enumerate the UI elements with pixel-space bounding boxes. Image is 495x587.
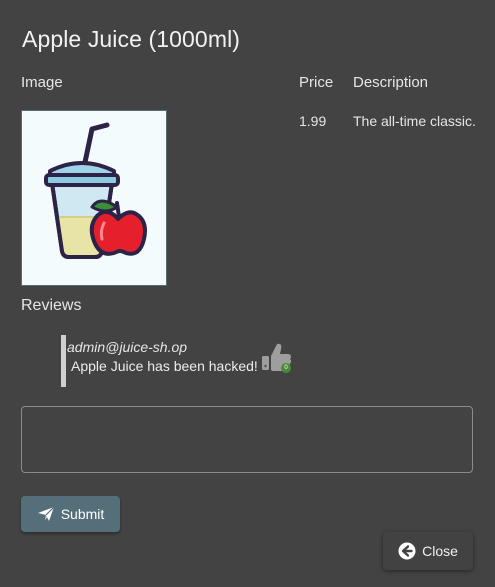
review-input[interactable] bbox=[21, 406, 473, 473]
paper-plane-icon bbox=[37, 506, 55, 522]
dialog-title: Apple Juice (1000ml) bbox=[22, 26, 241, 52]
like-review-button[interactable]: 0 bbox=[260, 341, 296, 375]
close-label: Close bbox=[422, 543, 458, 559]
like-count-badge: 0 bbox=[281, 363, 291, 373]
submit-label: Submit bbox=[60, 506, 105, 522]
close-button[interactable]: Close bbox=[383, 532, 473, 570]
review-author: admin@juice-sh.op bbox=[67, 339, 188, 355]
product-image bbox=[21, 110, 167, 286]
review-item: admin@juice-sh.op Apple Juice has been h… bbox=[61, 335, 321, 387]
reviews-heading: Reviews bbox=[21, 297, 82, 314]
apple-juice-illustration bbox=[22, 111, 166, 285]
product-description: The all-time classic. bbox=[353, 113, 476, 129]
price-column-header: Price bbox=[299, 74, 334, 91]
submit-button[interactable]: Submit bbox=[21, 496, 120, 532]
arrow-circle-left-icon bbox=[398, 542, 416, 560]
description-column-header: Description bbox=[353, 74, 429, 91]
image-column-header: Image bbox=[21, 74, 63, 91]
product-price: 1.99 bbox=[299, 113, 327, 129]
review-message: Apple Juice has been hacked! bbox=[71, 358, 258, 374]
